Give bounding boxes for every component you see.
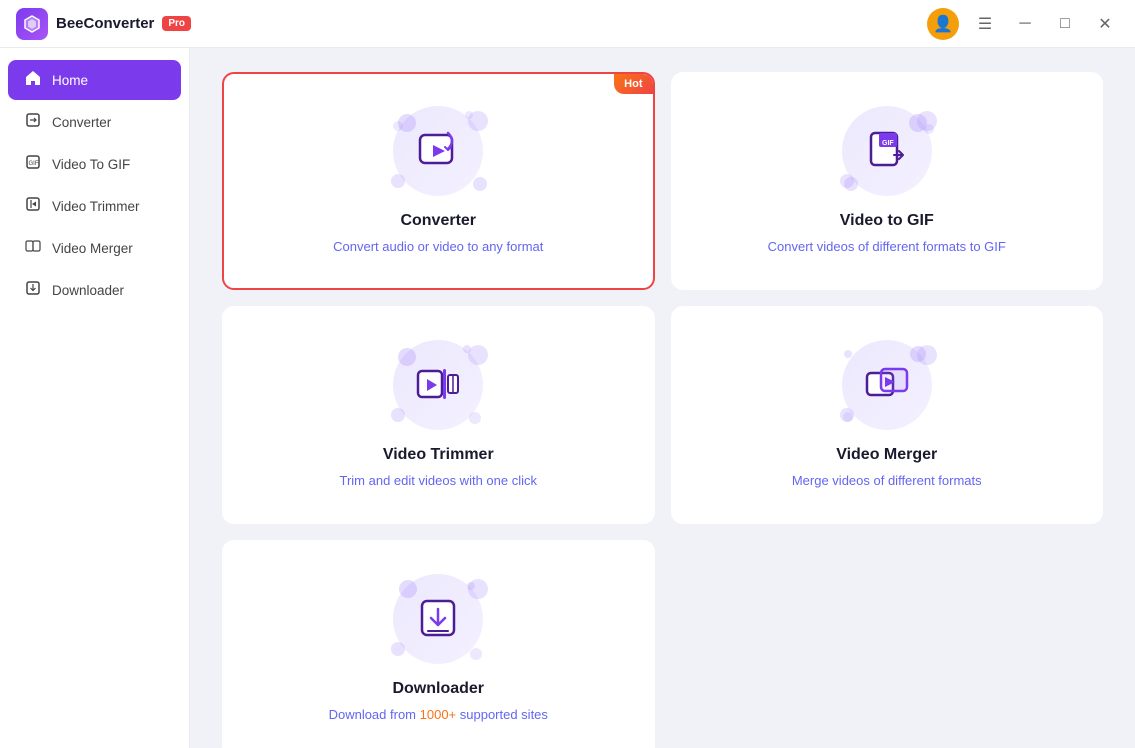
title-bar-controls: 👤 ☰ ─ □ ✕ bbox=[927, 8, 1119, 40]
sidebar-item-home[interactable]: Home bbox=[8, 60, 181, 100]
minimize-button[interactable]: ─ bbox=[1011, 10, 1039, 38]
trimmer-card-desc: Trim and edit videos with one click bbox=[340, 472, 538, 490]
converter-card-title: Converter bbox=[400, 212, 476, 230]
gif-sidebar-icon: GIF bbox=[24, 154, 42, 174]
close-button[interactable]: ✕ bbox=[1091, 10, 1119, 38]
downloader-count: 1000+ bbox=[420, 707, 457, 722]
trimmer-sidebar-icon bbox=[24, 196, 42, 216]
app-title: BeeConverter bbox=[56, 15, 154, 32]
main-layout: Home Converter GIF Video To GIF bbox=[0, 48, 1135, 748]
sidebar-item-video-merger[interactable]: Video Merger bbox=[8, 228, 181, 268]
trimmer-card-title: Video Trimmer bbox=[383, 446, 494, 464]
downloader-icon bbox=[414, 595, 462, 643]
converter-icon bbox=[414, 127, 462, 175]
trimmer-icon bbox=[414, 361, 462, 409]
downloader-icon-wrapper bbox=[393, 574, 483, 664]
merger-sidebar-icon bbox=[24, 238, 42, 258]
downloader-card-desc: Download from 1000+ supported sites bbox=[329, 706, 548, 724]
sidebar: Home Converter GIF Video To GIF bbox=[0, 48, 190, 748]
sidebar-item-downloader[interactable]: Downloader bbox=[8, 270, 181, 310]
sidebar-downloader-label: Downloader bbox=[52, 283, 124, 298]
converter-icon-wrapper bbox=[393, 106, 483, 196]
main-cards-grid: Hot Converter bbox=[222, 72, 1103, 524]
gif-icon: GIF bbox=[863, 127, 911, 175]
sidebar-converter-label: Converter bbox=[52, 115, 111, 130]
sidebar-item-converter[interactable]: Converter bbox=[8, 102, 181, 142]
bottom-cards-row: Downloader Download from 1000+ supported… bbox=[222, 540, 1103, 748]
downloader-card-title: Downloader bbox=[392, 680, 484, 698]
gif-icon-wrapper: GIF bbox=[842, 106, 932, 196]
merger-card-desc: Merge videos of different formats bbox=[792, 472, 982, 490]
converter-card-desc: Convert audio or video to any format bbox=[333, 238, 543, 256]
svg-text:GIF: GIF bbox=[882, 140, 894, 147]
sidebar-item-video-to-gif[interactable]: GIF Video To GIF bbox=[8, 144, 181, 184]
app-logo bbox=[16, 8, 48, 40]
sidebar-item-video-trimmer[interactable]: Video Trimmer bbox=[8, 186, 181, 226]
hot-badge: Hot bbox=[614, 74, 652, 94]
merger-icon bbox=[863, 361, 911, 409]
downloader-sidebar-icon bbox=[24, 280, 42, 300]
merger-icon-wrapper bbox=[842, 340, 932, 430]
home-icon bbox=[24, 70, 42, 90]
maximize-button[interactable]: □ bbox=[1051, 10, 1079, 38]
trimmer-icon-wrapper bbox=[393, 340, 483, 430]
merger-card-title: Video Merger bbox=[836, 446, 937, 464]
sidebar-gif-label: Video To GIF bbox=[52, 157, 130, 172]
gif-card-desc: Convert videos of different formats to G… bbox=[768, 238, 1006, 256]
title-bar: BeeConverter Pro 👤 ☰ ─ □ ✕ bbox=[0, 0, 1135, 48]
pro-badge: Pro bbox=[162, 16, 191, 31]
video-merger-card[interactable]: Video Merger Merge videos of different f… bbox=[671, 306, 1104, 524]
avatar-button[interactable]: 👤 bbox=[927, 8, 959, 40]
sidebar-home-label: Home bbox=[52, 73, 88, 88]
svg-text:GIF: GIF bbox=[29, 161, 39, 167]
converter-card[interactable]: Hot Converter bbox=[222, 72, 655, 290]
gif-card-title: Video to GIF bbox=[840, 212, 934, 230]
downloader-card[interactable]: Downloader Download from 1000+ supported… bbox=[222, 540, 655, 748]
video-to-gif-card[interactable]: GIF Video to GIF Convert videos of diffe… bbox=[671, 72, 1104, 290]
converter-sidebar-icon bbox=[24, 112, 42, 132]
sidebar-trimmer-label: Video Trimmer bbox=[52, 199, 140, 214]
title-bar-left: BeeConverter Pro bbox=[16, 8, 191, 40]
content-area: Hot Converter bbox=[190, 48, 1135, 748]
menu-button[interactable]: ☰ bbox=[971, 10, 999, 38]
video-trimmer-card[interactable]: Video Trimmer Trim and edit videos with … bbox=[222, 306, 655, 524]
sidebar-merger-label: Video Merger bbox=[52, 241, 133, 256]
